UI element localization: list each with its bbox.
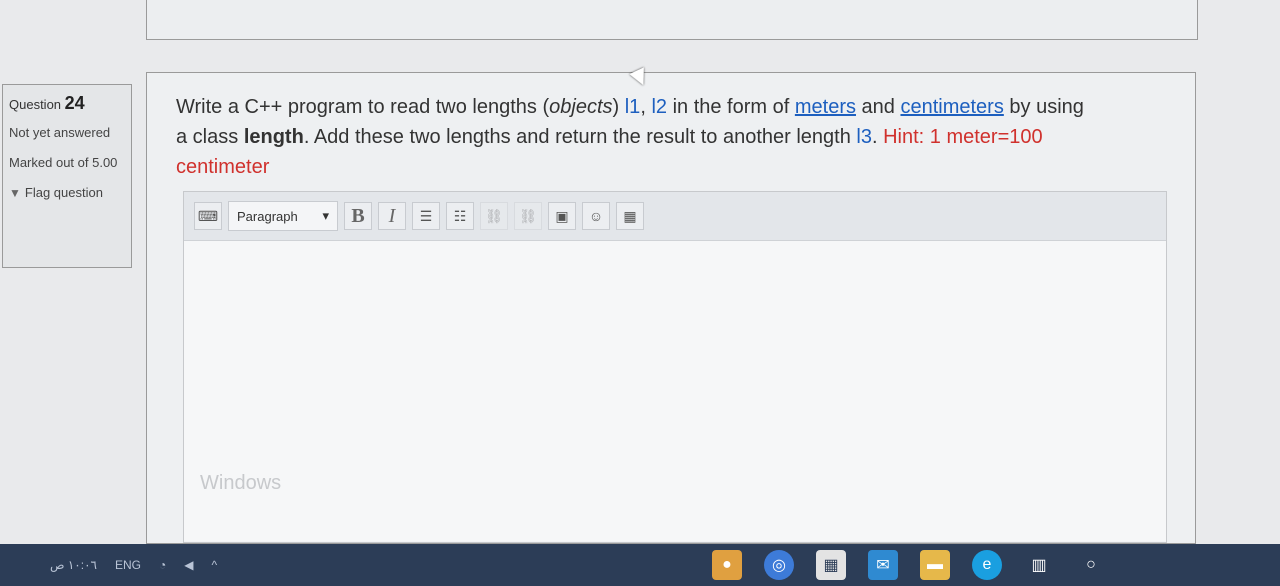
question-grade: Marked out of 5.00 [9,155,118,170]
link-icon: ⛓ [485,207,503,224]
taskbar-app-1-icon[interactable]: ● [712,550,742,580]
unordered-list-button[interactable]: ☰ [412,202,440,230]
insert-media-button[interactable]: ▦ [616,202,644,230]
question-text: Write a C++ program to read two lengths … [176,96,1084,178]
taskbar-tray: ١٠:٠٦ ص ENG ◔ ◀ ^ [0,558,217,572]
windows-activation-watermark: Windows [200,472,282,494]
question-number: Question 24 [9,93,85,113]
bold-button[interactable]: B [344,202,372,230]
smiley-icon: ☺ [588,208,604,224]
unlink-button[interactable]: ⛓ [514,202,542,230]
paragraph-style-select[interactable]: Paragraph ▾ [228,201,338,231]
answer-editor: ⌨ Paragraph ▾ B I ☰ ☷ ⛓ ⛓ ▣ ☺ ▦ [183,191,1167,543]
chevron-up-icon[interactable]: ^ [211,558,217,572]
file-explorer-icon[interactable]: ▬ [920,550,950,580]
toolbar-toggle-button[interactable]: ⌨ [194,202,222,230]
media-icon: ▦ [623,207,637,224]
chrome-icon[interactable]: ◎ [764,550,794,580]
editor-toolbar: ⌨ Paragraph ▾ B I ☰ ☷ ⛓ ⛓ ▣ ☺ ▦ [184,192,1166,241]
mail-icon[interactable]: ✉ [868,550,898,580]
clock[interactable]: ١٠:٠٦ ص [50,558,97,572]
bullet-list-icon: ☰ [419,207,433,224]
insert-image-button[interactable]: ▣ [548,202,576,230]
flag-question-link[interactable]: ▼ Flag question [9,184,125,202]
network-icon[interactable]: ◔ [159,558,166,572]
chevron-down-icon: ▾ [322,208,329,223]
edge-icon[interactable]: e [972,550,1002,580]
ordered-list-button[interactable]: ☷ [446,202,474,230]
image-icon: ▣ [555,207,569,224]
numbered-list-icon: ☷ [453,207,467,224]
taskbar-apps: ● ◎ ▦ ✉ ▬ e ▥ ○ [712,550,1106,580]
search-icon[interactable]: ○ [1076,550,1106,580]
language-indicator[interactable]: ENG [115,558,141,572]
insert-emoticon-button[interactable]: ☺ [582,202,610,230]
keyboard-icon: ⌨ [197,207,219,224]
question-state: Not yet answered [9,125,111,140]
windows-taskbar: ١٠:٠٦ ص ENG ◔ ◀ ^ ● ◎ ▦ ✉ ▬ e ▥ ○ [0,544,1280,586]
previous-question-box [146,0,1198,40]
italic-button[interactable]: I [378,202,406,230]
task-view-icon[interactable]: ▥ [1024,550,1054,580]
volume-icon[interactable]: ◀ [184,558,193,572]
unlink-icon: ⛓ [519,207,537,224]
link-button[interactable]: ⛓ [480,202,508,230]
store-icon[interactable]: ▦ [816,550,846,580]
answer-text-area[interactable] [184,241,1166,541]
flag-icon: ▼ [9,186,21,200]
question-info-panel: Question 24 Not yet answered Marked out … [2,84,132,268]
